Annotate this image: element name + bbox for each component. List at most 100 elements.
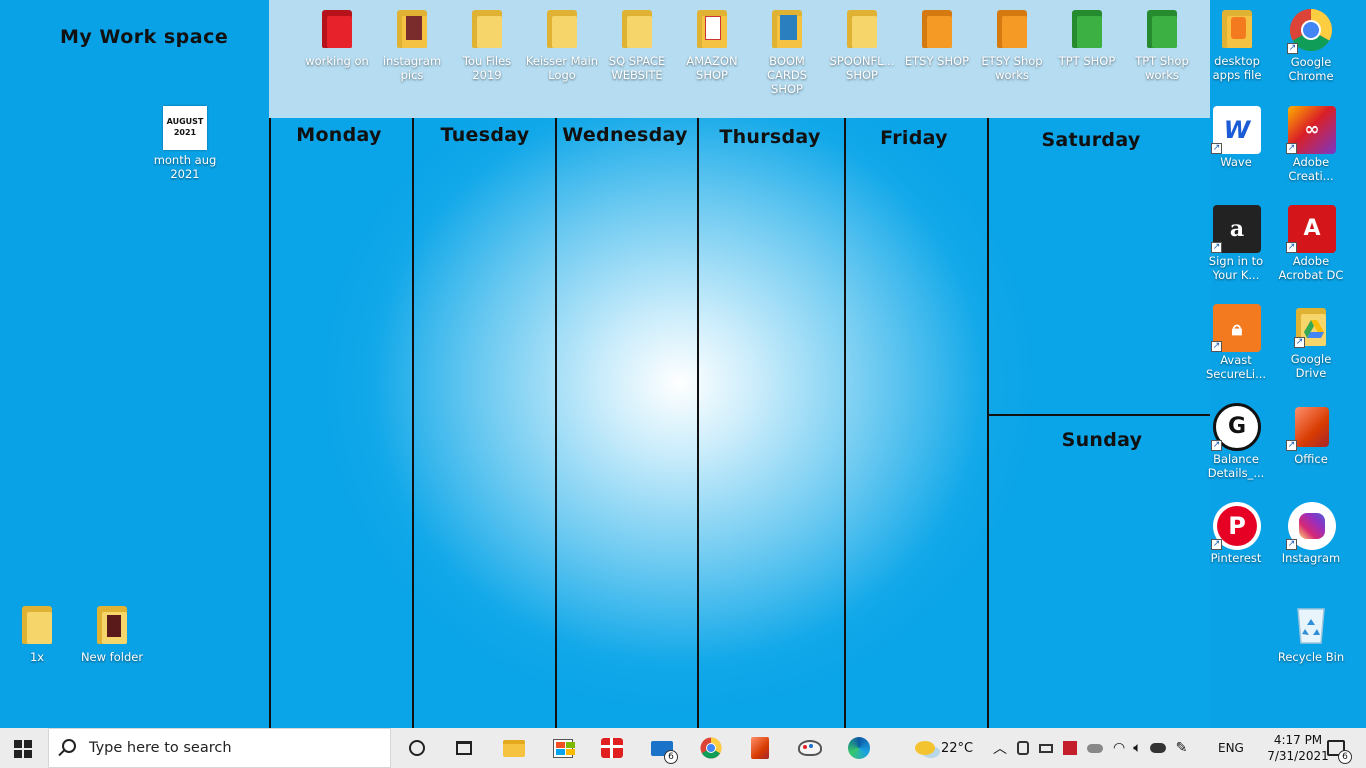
store-bag-icon: [553, 738, 575, 758]
task-view-icon: [456, 741, 472, 755]
language-indicator[interactable]: ENG: [1218, 728, 1244, 768]
task-view-button[interactable]: [450, 734, 478, 762]
icon-label: AMAZON SHOP: [686, 54, 738, 82]
desktop-icon-instagram[interactable]: ↗ Instagram: [1274, 502, 1348, 565]
cloud-sync-icon[interactable]: [1149, 743, 1166, 753]
desktop-icon-avast-secureline[interactable]: 🔒︎ ↗ Avast SecureLi...: [1199, 304, 1273, 381]
weather-temperature: 22°C: [941, 740, 974, 756]
icon-label: month aug 2021: [153, 153, 217, 181]
folder-icon: [547, 10, 577, 48]
icon-label: Recycle Bin: [1277, 650, 1345, 664]
acrobat-icon: A ↗: [1286, 205, 1336, 253]
edge-icon: [848, 737, 870, 759]
desktop-icon-tpt-shop-works[interactable]: TPT Shop works: [1125, 10, 1199, 82]
desktop-icon-wave[interactable]: W ↗ Wave: [1199, 106, 1273, 169]
icon-label: SPOONFL... SHOP: [829, 54, 895, 82]
desktop-icon-google-chrome[interactable]: ↗ Google Chrome: [1274, 8, 1348, 83]
edge-button[interactable]: [845, 734, 873, 762]
desktop-icon-office[interactable]: ↗ Office: [1274, 403, 1348, 466]
gift-icon: [601, 738, 623, 758]
desktop-icon-etsy-shop[interactable]: ETSY SHOP: [900, 10, 974, 68]
icon-label: Tou Files 2019: [462, 54, 512, 82]
desktop-icon-google-drive[interactable]: ↗ Google Drive: [1274, 304, 1348, 380]
folder-icon: [847, 10, 877, 48]
desktop-icon-boom-cards-shop[interactable]: BOOM CARDS SHOP: [750, 10, 824, 96]
clock[interactable]: 4:17 PM 7/31/2021: [1267, 728, 1329, 768]
volume-icon[interactable]: 🔈︎: [1133, 740, 1141, 756]
paint-palette-icon: [798, 740, 822, 756]
cortana-button[interactable]: [403, 734, 431, 762]
clock-date: 7/31/2021: [1267, 749, 1329, 763]
icon-label: ETSY Shop works: [981, 54, 1043, 82]
desktop-icon-keisser-main-logo[interactable]: Keisser Main Logo: [525, 10, 599, 82]
desktop-icon-pinterest[interactable]: P ↗ Pinterest: [1199, 502, 1273, 565]
wifi-icon[interactable]: ◠: [1113, 740, 1125, 756]
day-thursday: Thursday: [719, 126, 821, 148]
desktop-icon-instagram-pics[interactable]: instagram pics: [375, 10, 449, 82]
search-placeholder: Type here to search: [89, 740, 232, 756]
desktop-icon-tou-files-2019[interactable]: Tou Files 2019: [450, 10, 524, 82]
desktop-icon-recycle-bin[interactable]: Recycle Bin: [1274, 601, 1348, 664]
show-hidden-icons-chevron-icon[interactable]: ︿: [993, 738, 1007, 758]
desktop-icon-adobe-creative-cloud[interactable]: ∞ ↗ Adobe Creati...: [1274, 106, 1348, 183]
folder-icon: [997, 10, 1027, 48]
start-button[interactable]: [14, 740, 32, 758]
icon-label: New folder: [80, 650, 144, 664]
left-panel: My Work space AUGUST 2021 month aug 2021…: [0, 0, 269, 728]
day-tuesday: Tuesday: [440, 124, 530, 146]
desktop-icon-tpt-shop[interactable]: TPT SHOP: [1050, 10, 1124, 68]
pen-workspace-icon[interactable]: ✎: [1176, 740, 1188, 756]
desktop: My Work space AUGUST 2021 month aug 2021…: [0, 0, 1366, 728]
desktop-icon-balance-details[interactable]: G ↗ Balance Details_...: [1199, 403, 1273, 480]
weather-widget[interactable]: 22°C: [915, 728, 973, 768]
office-taskbar-button[interactable]: [746, 734, 774, 762]
microsoft-store-button[interactable]: [549, 734, 577, 762]
gift-app-button[interactable]: [598, 734, 626, 762]
onedrive-cloud-icon[interactable]: [1087, 743, 1103, 753]
icon-label: Balance Details_...: [1207, 452, 1265, 480]
icon-label: Adobe Acrobat DC: [1278, 254, 1344, 282]
icon-label: instagram pics: [382, 54, 442, 82]
desktop-icon-sq-space-website[interactable]: SQ SPACE WEBSITE: [600, 10, 674, 82]
desktop-icon-amazon-kdp[interactable]: a ↗ Sign in to Your K...: [1199, 205, 1273, 282]
mail-button[interactable]: 6: [648, 734, 678, 764]
windows-logo-icon: [14, 740, 22, 748]
action-center-button[interactable]: 6: [1322, 734, 1352, 764]
desktop-icon-etsy-shop-works[interactable]: ETSY Shop works: [975, 10, 1049, 82]
desktop-icon-new-folder[interactable]: New folder: [75, 606, 149, 664]
icon-label: Pinterest: [1210, 551, 1262, 565]
desktop-icon-working-on[interactable]: working on: [300, 10, 374, 68]
chrome-taskbar-button[interactable]: [697, 734, 725, 762]
icon-label: Office: [1294, 452, 1328, 466]
desktop-icon-1x[interactable]: 1x: [0, 606, 74, 664]
meet-now-icon[interactable]: [1017, 741, 1029, 755]
folder-icon: [472, 10, 502, 48]
icon-label: Google Drive: [1290, 352, 1332, 380]
icon-label: Wave: [1220, 155, 1252, 169]
weather-sun-cloud-icon: [915, 741, 935, 755]
thumbnail-line1: AUGUST: [166, 117, 204, 126]
desktop-icon-desktop-apps-file[interactable]: desktop apps file: [1200, 10, 1274, 82]
desktop-icon-month-aug-2021[interactable]: AUGUST 2021 month aug 2021: [148, 106, 222, 181]
amazon-icon: a ↗: [1211, 205, 1261, 253]
desktop-icon-spoonflower-shop[interactable]: SPOONFL... SHOP: [825, 10, 899, 82]
workspace-title: My Work space: [60, 26, 229, 48]
paint-app-button[interactable]: [796, 734, 824, 762]
icon-label: Sign in to Your K...: [1208, 254, 1264, 282]
chrome-icon: [700, 737, 722, 759]
avast-icon: 🔒︎ ↗: [1211, 304, 1261, 352]
file-explorer-button[interactable]: [500, 734, 528, 762]
day-wednesday: Wednesday: [562, 124, 688, 146]
day-sunday: Sunday: [1061, 429, 1143, 451]
folder-icon: [1222, 10, 1252, 48]
taskbar-search-box[interactable]: Type here to search: [48, 728, 391, 768]
thumbnail-line2: 2021: [173, 128, 197, 137]
tray-icons: ︿ ◠ 🔈︎ ✎: [993, 728, 1201, 768]
column-divider: [987, 118, 989, 728]
desktop-icon-adobe-acrobat-dc[interactable]: A ↗ Adobe Acrobat DC: [1274, 205, 1348, 282]
desktop-icon-amazon-shop[interactable]: AMAZON SHOP: [675, 10, 749, 82]
icon-label: desktop apps file: [1212, 54, 1262, 82]
app-tray-icon[interactable]: [1063, 741, 1077, 755]
battery-icon[interactable]: [1039, 743, 1053, 753]
image-thumbnail-icon: AUGUST 2021: [163, 106, 207, 150]
